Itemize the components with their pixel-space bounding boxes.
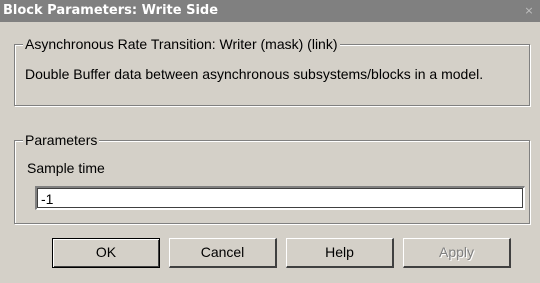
cancel-button[interactable]: Cancel bbox=[169, 238, 277, 268]
mask-group-legend: Asynchronous Rate Transition: Writer (ma… bbox=[23, 36, 340, 52]
sample-time-label: Sample time bbox=[27, 160, 105, 176]
sample-time-input[interactable] bbox=[35, 186, 525, 210]
mask-description: Double Buffer data between asynchronous … bbox=[25, 66, 484, 82]
ok-button[interactable]: OK bbox=[52, 238, 160, 268]
mask-description-group: Asynchronous Rate Transition: Writer (ma… bbox=[14, 36, 530, 106]
close-icon[interactable]: × bbox=[521, 3, 537, 18]
window-title: Block Parameters: Write Side bbox=[3, 3, 219, 18]
title-bar[interactable]: Block Parameters: Write Side × bbox=[0, 0, 540, 22]
apply-button[interactable]: Apply bbox=[403, 238, 511, 268]
help-button[interactable]: Help bbox=[286, 238, 394, 268]
parameters-group: Parameters Sample time bbox=[14, 132, 530, 224]
parameters-group-legend: Parameters bbox=[23, 132, 100, 148]
